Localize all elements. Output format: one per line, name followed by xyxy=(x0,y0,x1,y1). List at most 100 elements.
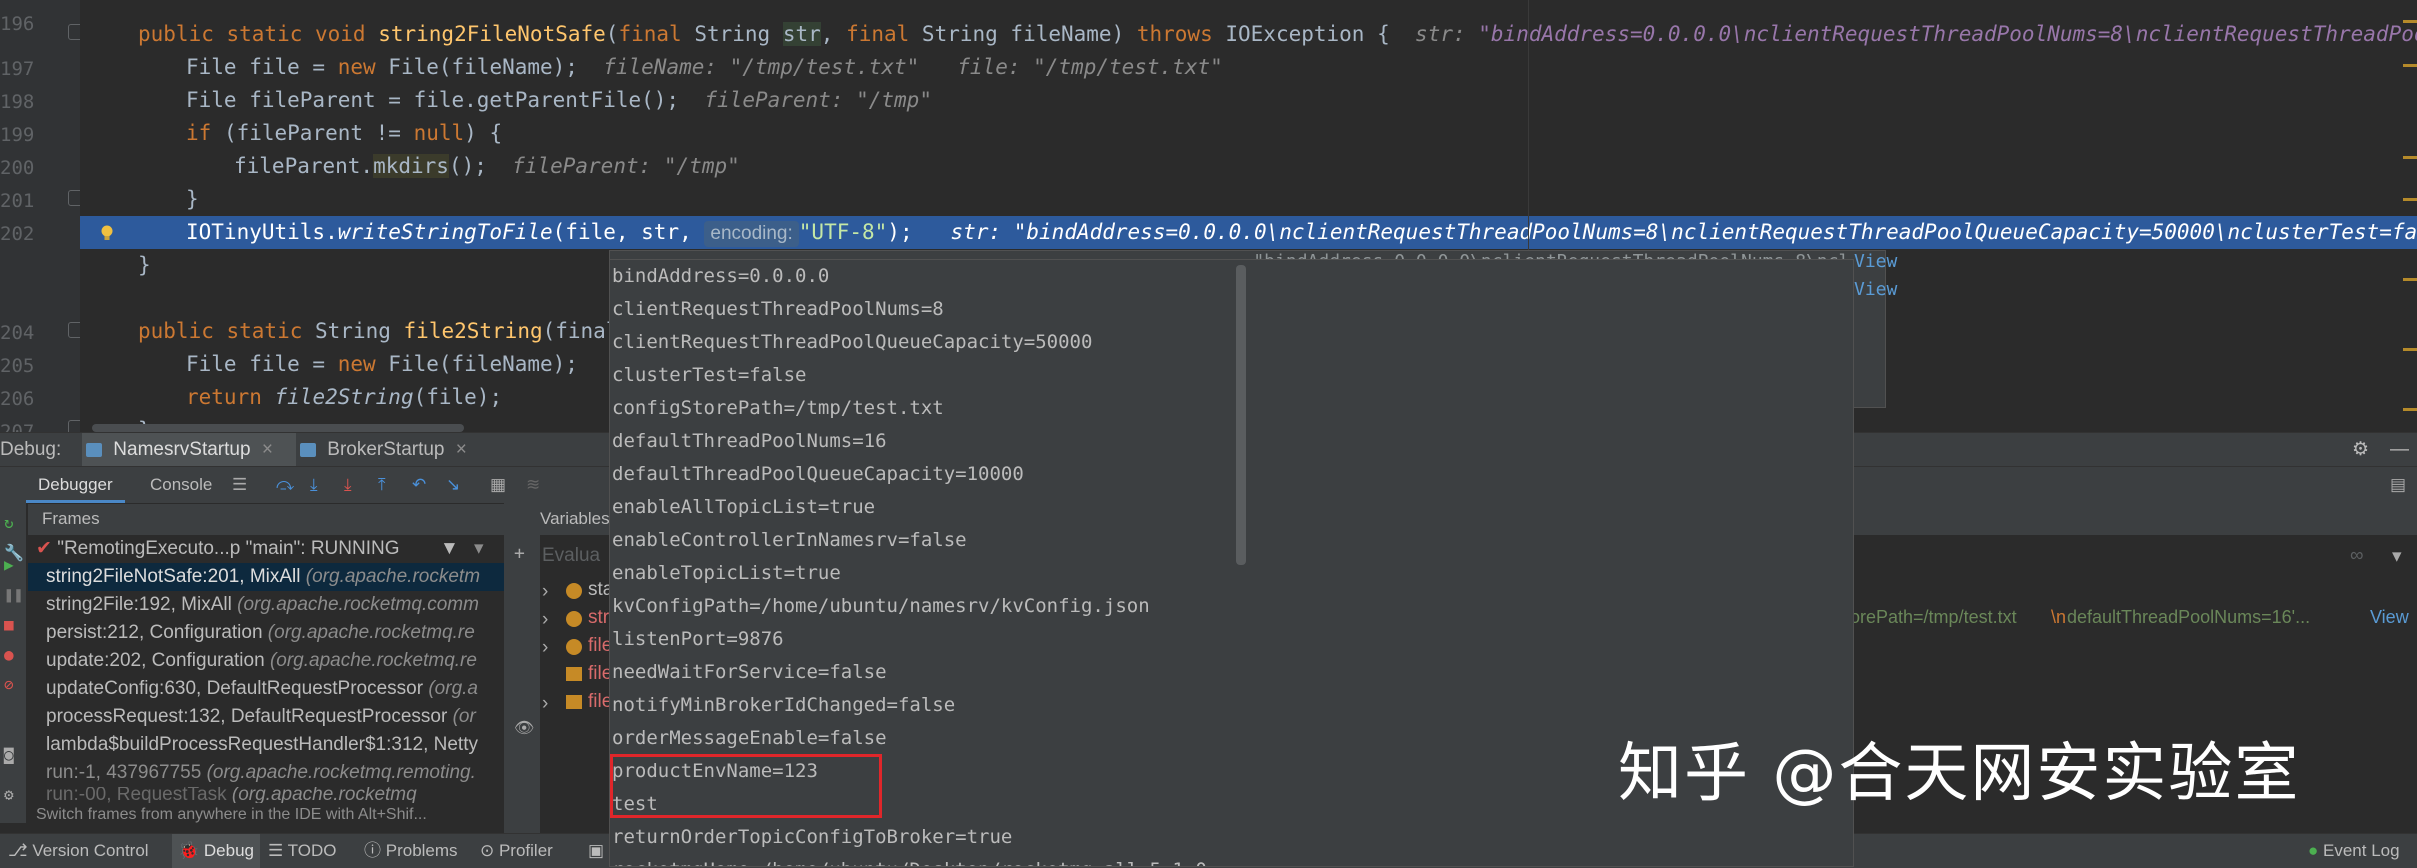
thread-selector[interactable]: ✔ "RemotingExecuto...p "main": RUNNING ▼… xyxy=(28,535,504,563)
parameter-icon xyxy=(566,639,582,655)
watermark: 知乎 @合天网安实验室 xyxy=(1618,737,2301,811)
statusbar-event-log[interactable]: ● Event Log xyxy=(2308,834,2400,868)
camera-icon[interactable]: ◙ xyxy=(4,745,14,764)
step-out-icon[interactable]: ⤒ xyxy=(378,467,386,503)
filter-icon[interactable]: ▼ xyxy=(440,535,459,563)
popup-scrollbar[interactable] xyxy=(1236,265,1246,565)
pause-icon[interactable]: ❚❚ xyxy=(4,585,23,604)
tab-console[interactable]: Console xyxy=(138,467,224,503)
popup-line: enableAllTopicList=true xyxy=(612,496,876,518)
expand-icon[interactable]: › xyxy=(542,693,548,715)
minimize-icon[interactable]: — xyxy=(2390,433,2409,467)
view-link[interactable]: View xyxy=(2370,607,2409,628)
frames-hint: Switch frames from anywhere in the IDE w… xyxy=(36,806,427,823)
tab-brokerstartup[interactable]: BrokerStartup × xyxy=(300,433,490,467)
line-number: 206 xyxy=(0,388,35,410)
popup-line: orderMessageEnable=false xyxy=(612,727,887,749)
statusbar-todo[interactable]: ☰ TODO xyxy=(268,834,336,868)
rerun-icon[interactable]: ↻ xyxy=(4,513,14,532)
view-breakpoints-icon[interactable]: ● xyxy=(4,645,14,664)
popup-line: enableControllerInNamesrv=false xyxy=(612,529,967,551)
close-icon[interactable]: × xyxy=(262,439,273,460)
chevron-down-icon[interactable]: ▾ xyxy=(2392,545,2402,568)
code-line-201: IOTinyUtils.writeStringToFile(file, str,… xyxy=(186,216,2417,249)
popup-line: configStorePath=/tmp/test.txt xyxy=(612,397,944,419)
field-icon xyxy=(566,667,582,681)
popup-line: clusterTest=false xyxy=(612,364,807,386)
popup-line: enableTopicList=true xyxy=(612,562,841,584)
static-icon xyxy=(566,583,582,599)
close-icon[interactable]: × xyxy=(456,439,467,460)
line-number: 201 xyxy=(0,190,35,212)
glasses-icon[interactable]: ∞ xyxy=(2350,545,2364,567)
inline-value-hint: fileName: "/tmp/test.txt" xyxy=(603,55,920,79)
field-icon xyxy=(566,695,582,709)
expand-icon[interactable]: › xyxy=(542,581,548,603)
frames-panel: ✔ "RemotingExecuto...p "main": RUNNING ▼… xyxy=(28,535,504,830)
expand-icon[interactable]: › xyxy=(542,609,548,631)
statusbar-problems[interactable]: ⓘ Problems xyxy=(364,834,458,868)
layout-icon[interactable]: ▤ xyxy=(2390,467,2406,503)
view-link[interactable]: View xyxy=(1854,279,1897,300)
frame-row[interactable]: run:-1, 437967755 (org.apache.rocketmq.r… xyxy=(28,759,504,787)
code-line-198: if (fileParent != null) { xyxy=(186,121,503,145)
code-line-196: File file = new File(fileName); fileName… xyxy=(186,55,1223,79)
chevron-down-icon[interactable]: ▾ xyxy=(474,535,484,563)
mute-breakpoints-icon[interactable]: ⊘ xyxy=(4,675,14,694)
step-over-icon[interactable]: ⤼ xyxy=(276,467,294,503)
error-stripe xyxy=(2403,0,2417,432)
code-line-202: } xyxy=(138,253,151,277)
frame-row[interactable]: lambda$buildProcessRequestHandler$1:312,… xyxy=(28,731,504,759)
eye-icon[interactable]: 👁 xyxy=(514,718,534,737)
code-line-199: fileParent.mkdirs(); fileParent: "/tmp" xyxy=(234,154,740,178)
tab-debugger[interactable]: Debugger xyxy=(26,467,125,503)
resume-icon[interactable]: ▶ xyxy=(4,555,14,574)
highlight-annotation-box xyxy=(610,754,882,818)
statusbar-overflow[interactable]: ▣ xyxy=(588,834,604,868)
lightbulb-icon[interactable] xyxy=(100,225,114,241)
force-step-into-icon[interactable]: ⤓ xyxy=(344,467,352,503)
run-to-cursor-icon[interactable]: ↘ xyxy=(446,467,460,503)
expand-icon[interactable]: › xyxy=(542,637,548,659)
add-icon[interactable]: + xyxy=(514,543,525,564)
step-into-icon[interactable]: ⤓ xyxy=(310,467,318,503)
frame-row[interactable]: string2FileNotSafe:201, MixAll (org.apac… xyxy=(28,563,504,591)
debug-label: Debug: xyxy=(0,439,62,460)
code-line-206: return file2String(file); xyxy=(186,385,503,409)
frame-row[interactable]: update:202, Configuration (org.apache.ro… xyxy=(28,647,504,675)
statusbar-profiler[interactable]: ⊙ Profiler xyxy=(480,834,553,868)
line-number: 202 xyxy=(0,223,35,245)
code-line-204: public static String file2String(final S xyxy=(138,319,644,343)
inline-value-hint: "bindAddress=0.0.0.0\nclientRequestThrea… xyxy=(1478,22,2417,46)
gear-icon[interactable]: ⚙ xyxy=(2352,433,2369,467)
inline-value-hint: fileParent: "/tmp" xyxy=(512,154,740,178)
settings-icon[interactable]: ⚙ xyxy=(4,785,14,804)
statusbar-version-control[interactable]: ⎇ Version Control xyxy=(8,834,149,868)
evaluate-expression-icon[interactable]: ▦ xyxy=(490,467,506,503)
line-number: 199 xyxy=(0,124,35,146)
tab-namesrvstartup[interactable]: NamesrvStartup × xyxy=(82,433,296,467)
variables-actions-strip: + 👁 xyxy=(504,503,540,833)
line-number: 197 xyxy=(0,58,35,80)
trace-icon[interactable]: ≋ xyxy=(526,467,540,503)
view-link[interactable]: View xyxy=(1854,251,1897,272)
frame-row[interactable]: persist:212, Configuration (org.apache.r… xyxy=(28,619,504,647)
menu-icon[interactable]: ☰ xyxy=(232,467,247,503)
statusbar-debug[interactable]: 🐞 Debug xyxy=(172,834,260,868)
stop-icon[interactable]: ■ xyxy=(4,615,14,634)
frame-row[interactable]: processRequest:132, DefaultRequestProces… xyxy=(28,703,504,731)
popup-line: clientRequestThreadPoolQueueCapacity=500… xyxy=(612,331,1093,353)
run-config-icon xyxy=(300,442,316,457)
editor-gutter: 196 197 198 199 200 201 202 204 205 206 … xyxy=(0,0,84,443)
check-icon: ✔ xyxy=(36,538,52,559)
popup-line: kvConfigPath=/home/ubuntu/namesrv/kvConf… xyxy=(612,595,1150,617)
popup-line: returnOrderTopicConfigToBroker=true xyxy=(612,826,1013,848)
frame-row[interactable]: updateConfig:630, DefaultRequestProcesso… xyxy=(28,675,504,703)
popup-line: bindAddress=0.0.0.0 xyxy=(612,265,830,287)
editor-horizontal-scrollbar[interactable] xyxy=(92,424,464,432)
drop-frame-icon[interactable]: ↶ xyxy=(412,467,426,503)
code-line-205: File file = new File(fileName); xyxy=(186,352,578,376)
parameter-hint-chip: encoding: xyxy=(704,221,799,247)
popup-line: rocketmqHome=/home/ubuntu/Desktop/rocket… xyxy=(612,854,1218,866)
frame-row[interactable]: string2File:192, MixAll (org.apache.rock… xyxy=(28,591,504,619)
